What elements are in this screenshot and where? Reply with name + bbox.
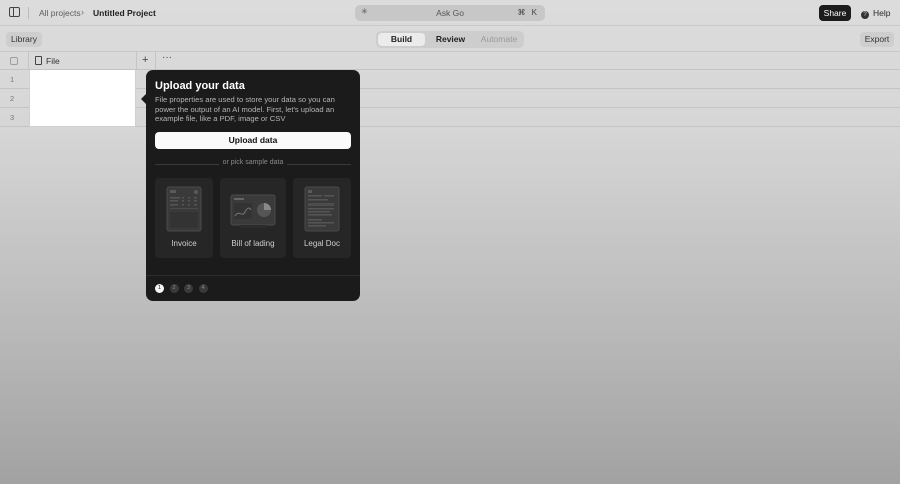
step-indicator-1[interactable]: 1 [155,284,164,293]
grid-header: File + ··· [0,52,900,70]
popover-title: Upload your data [155,80,245,92]
file-cell[interactable] [29,108,136,127]
column-divider [136,52,137,70]
file-cell[interactable] [29,70,136,89]
table-row: 1 [0,70,900,89]
bill-of-lading-thumbnail-icon [230,194,276,228]
divider-line [287,164,351,165]
table-row: 2 [0,89,900,108]
sample-data-divider-label: or pick sample data [222,159,284,166]
add-column-icon[interactable]: + [142,54,148,66]
step-indicator-3[interactable]: 3 [184,284,193,293]
row-number: 3 [10,113,15,122]
step-indicator-4[interactable]: 4 [198,284,208,293]
tab-review[interactable]: Review [427,33,474,46]
file-cell[interactable] [29,89,136,108]
sample-label: Legal Doc [303,239,341,248]
breadcrumb-chevron-icon: › [81,7,84,17]
tab-automate[interactable]: Automate [476,33,522,46]
sample-label: Bill of lading [231,239,275,248]
column-divider [28,52,29,70]
tab-build[interactable]: Build [378,33,425,46]
ask-go-search[interactable]: ✳ Ask Go ⌘ K [355,5,545,21]
popover-arrow [141,94,146,104]
step-indicator-2[interactable]: 2 [169,284,179,293]
row-number: 1 [10,75,15,84]
table-row: 3 [0,108,900,127]
sample-card-legal-doc[interactable]: Legal Doc [293,178,351,258]
divider-line [155,164,219,165]
mode-bar: Library Build Review Automate Export [0,26,900,52]
share-button[interactable]: Share [819,5,851,21]
sample-label: Invoice [171,239,197,248]
select-all-checkbox[interactable] [10,57,18,65]
file-icon [35,56,42,65]
column-divider [155,52,156,70]
invoice-thumbnail-icon [166,186,202,232]
sample-card-bill-of-lading[interactable]: Bill of lading [220,178,286,258]
sample-card-invoice[interactable]: Invoice [155,178,213,258]
popover-footer-divider [146,275,360,276]
keyboard-shortcut-hint: ⌘ K [517,8,539,17]
project-title[interactable]: Untitled Project [93,8,156,18]
upload-data-button[interactable]: Upload data [155,132,351,149]
export-button[interactable]: Export [860,32,894,47]
breadcrumb-all-projects[interactable]: All projects [39,8,81,18]
library-button[interactable]: Library [6,32,42,47]
help-button[interactable]: ? Help [858,5,892,21]
upload-data-popover: Upload your data File properties are use… [141,70,360,301]
popover-description: File properties are used to store your d… [155,95,335,124]
mode-tabs: Build Review Automate [376,31,524,48]
top-bar: All projects › Untitled Project ✳ Ask Go… [0,0,900,26]
more-options-icon[interactable]: ··· [162,52,172,63]
row-number: 2 [10,94,15,103]
sidebar-toggle-icon[interactable] [9,7,20,17]
column-header-file[interactable]: File [46,56,60,66]
toolbar-divider [28,7,29,19]
help-label: Help [873,8,891,18]
legal-doc-thumbnail-icon [304,186,340,232]
help-icon: ? [861,11,869,19]
